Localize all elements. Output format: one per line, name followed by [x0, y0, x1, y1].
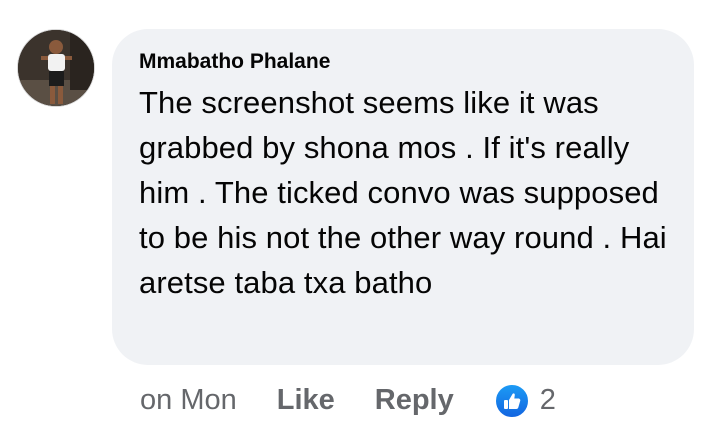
- comment-author[interactable]: Mmabatho Phalane: [139, 48, 674, 76]
- comment-text: The screenshot seems like it was grabbed…: [139, 85, 667, 300]
- comment-timestamp[interactable]: on Mon: [140, 384, 237, 417]
- reaction-summary[interactable]: 2: [493, 381, 556, 419]
- reply-button[interactable]: Reply: [375, 384, 454, 417]
- comment-actions: on Mon Like Reply 2: [140, 378, 556, 422]
- comment: Mmabatho Phalane The screenshot seems li…: [0, 0, 720, 437]
- avatar[interactable]: [17, 29, 95, 107]
- avatar-photo: [18, 30, 94, 106]
- thumbs-up-icon: [493, 383, 530, 419]
- reaction-count: 2: [539, 383, 556, 416]
- comment-bubble: Mmabatho Phalane The screenshot seems li…: [112, 29, 694, 365]
- like-button[interactable]: Like: [277, 384, 335, 417]
